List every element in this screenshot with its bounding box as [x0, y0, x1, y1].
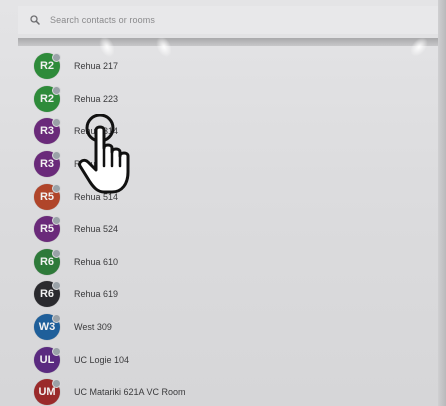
- status-dot: [52, 85, 61, 95]
- contact-row[interactable]: R2 Rehua 217: [18, 50, 438, 83]
- contact-name: UC Matariki 621A VC Room: [74, 387, 186, 398]
- avatar: R5: [34, 183, 61, 210]
- status-dot: [52, 216, 61, 226]
- status-dot: [52, 346, 61, 356]
- contact-name: UC Logie 104: [74, 354, 130, 365]
- status-dot: [52, 53, 61, 63]
- window-edge: [438, 0, 446, 406]
- contact-row[interactable]: W3 West 309: [18, 311, 438, 344]
- status-dot: [52, 281, 61, 291]
- header-separator: [18, 38, 446, 46]
- hand-pointer-icon: [78, 114, 130, 194]
- contact-list: R2Rehua 217R2Rehua 223R3Rehua 314R3Rehua…: [18, 50, 438, 406]
- status-dot: [52, 183, 61, 193]
- status-dot: [52, 379, 61, 389]
- status-dot: [52, 118, 61, 128]
- contact-name: West 309: [74, 322, 112, 333]
- avatar: W3: [34, 314, 61, 341]
- avatar: UL: [34, 346, 61, 373]
- avatar: R2: [34, 53, 61, 80]
- contacts-screen: Search contacts or rooms R2 Rehua 217 R2 Re…: [0, 0, 446, 406]
- contact-name: Rehua 217: [74, 61, 119, 72]
- contact-name: Rehua 223: [74, 93, 119, 104]
- avatar: R6: [34, 281, 61, 308]
- search-icon: [28, 13, 42, 27]
- contact-row[interactable]: UM UC Matariki 621A VC Room: [18, 376, 438, 406]
- avatar: R3: [34, 118, 61, 145]
- avatar: R2: [34, 85, 61, 112]
- status-dot: [52, 151, 61, 161]
- contact-row[interactable]: R6 Rehua 619: [18, 278, 438, 311]
- contact-name: Rehua 524: [74, 224, 119, 235]
- avatar: R6: [34, 248, 61, 275]
- search-input[interactable]: Search contacts or rooms: [50, 15, 155, 25]
- contact-row[interactable]: UL UC Logie 104: [18, 343, 438, 376]
- avatar: R5: [34, 216, 61, 243]
- contact-row[interactable]: R6 Rehua 610: [18, 246, 438, 279]
- contact-name: Rehua 619: [74, 289, 119, 300]
- contact-row[interactable]: R5 Rehua 524: [18, 213, 438, 246]
- avatar: R3: [34, 151, 61, 178]
- avatar: UM: [34, 379, 61, 406]
- status-dot: [52, 248, 61, 258]
- status-dot: [52, 314, 61, 324]
- contact-name: Rehua 610: [74, 256, 119, 267]
- contact-row[interactable]: R2 Rehua 223: [18, 83, 438, 116]
- search-bar[interactable]: Search contacts or rooms: [18, 6, 438, 34]
